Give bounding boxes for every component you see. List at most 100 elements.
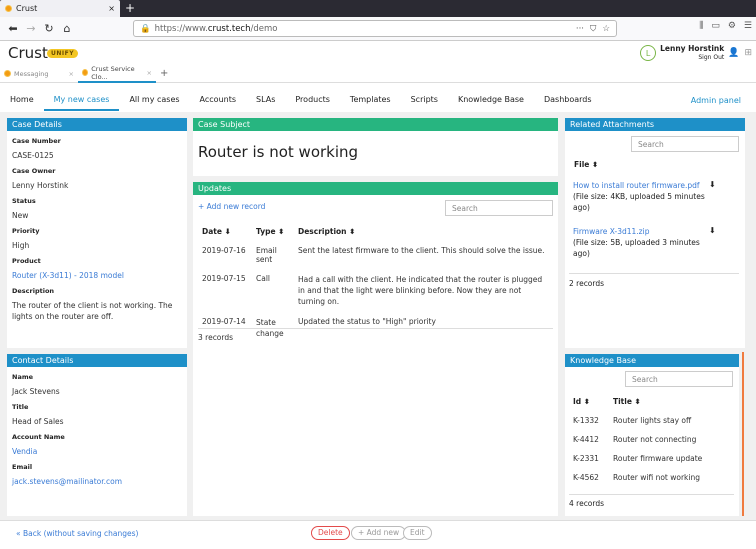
nav-scripts[interactable]: Scripts	[401, 89, 448, 111]
divider	[569, 273, 739, 274]
browser-tab-title: Crust	[16, 4, 38, 13]
menu-icon[interactable]: ☰	[744, 21, 752, 31]
case-details-panel: Case Details Case Number CASE-0125 Case …	[7, 118, 187, 348]
home-icon[interactable]: ⌂	[58, 22, 76, 35]
user-menu[interactable]: L Lenny Horstink Sign Out 👤 ⊞	[640, 44, 752, 62]
sign-out-link[interactable]: Sign Out	[660, 53, 724, 62]
type-header[interactable]: Type ⬍	[252, 222, 294, 241]
app-tab-label: Messaging	[14, 69, 49, 78]
cell-description: Had a call with the client. He indicated…	[298, 275, 543, 306]
panel-title: Updates	[193, 182, 558, 195]
table-row[interactable]: K-1332 Router lights stay off	[569, 411, 734, 430]
case-subject: Router is not working	[198, 143, 359, 161]
grid-icon[interactable]: ⊞	[744, 48, 752, 58]
avatar[interactable]: L	[640, 45, 657, 61]
url-prefix: https://www.	[154, 23, 208, 34]
table-row[interactable]: K-4562 Router wifi not working	[569, 468, 734, 487]
field-value: The router of the client is not working.…	[12, 301, 173, 321]
close-icon[interactable]: ×	[147, 69, 152, 77]
account-link[interactable]: Vendia	[12, 446, 182, 457]
download-icon[interactable]: ⬇	[709, 226, 716, 235]
nav-my-new-cases[interactable]: My new cases	[43, 89, 120, 111]
close-icon[interactable]: ×	[69, 70, 74, 78]
add-new-record-link[interactable]: + Add new record	[198, 202, 265, 211]
table-row[interactable]: K-4412 Router not connecting	[569, 430, 734, 449]
attachment-meta: (File size: 5B, uploaded 3 minutes ago)	[573, 238, 700, 258]
search-input[interactable]: Search	[445, 200, 553, 216]
email-link[interactable]: jack.stevens@mailinator.com	[12, 476, 182, 487]
date-header[interactable]: Date ⬇	[198, 222, 252, 241]
panel-title: Contact Details	[7, 354, 187, 367]
field-label: Email	[12, 463, 33, 471]
nav-products[interactable]: Products	[285, 89, 340, 111]
nav-templates[interactable]: Templates	[340, 89, 401, 111]
field-label: Priority	[12, 227, 40, 235]
bookmark-star-icon[interactable]: ☆	[602, 24, 610, 34]
search-input[interactable]: Search	[625, 371, 733, 387]
description-header[interactable]: Description ⬍	[294, 222, 553, 241]
library-icon[interactable]: ⫼	[699, 21, 703, 31]
title-header[interactable]: Title ⬍	[609, 392, 734, 411]
field-value: New	[12, 211, 29, 220]
nav-all-my-cases[interactable]: All my cases	[119, 89, 189, 111]
user-name: Lenny Horstink	[660, 44, 725, 53]
id-header[interactable]: Id ⬍	[569, 392, 609, 411]
divider	[198, 328, 553, 329]
field-label: Name	[12, 373, 34, 381]
app-tab-service-cloud[interactable]: Crust Service Clo... ×	[78, 65, 156, 83]
forward-icon[interactable]: →	[22, 22, 40, 35]
browser-tab[interactable]: Crust ×	[0, 0, 120, 17]
back-link[interactable]: « Back (without saving changes)	[16, 529, 138, 538]
new-tab-button[interactable]: +	[120, 0, 140, 17]
sidebar-icon[interactable]: ▭	[711, 21, 720, 31]
delete-button[interactable]: Delete	[311, 526, 350, 540]
user-icon[interactable]: 👤	[728, 48, 739, 58]
url-domain: crust.tech	[207, 23, 251, 34]
table-row[interactable]: 2019-07-15 Call Had a call with the client…	[198, 269, 553, 312]
table-header: Id ⬍ Title ⬍	[569, 392, 734, 411]
nav-home[interactable]: Home	[0, 89, 44, 111]
browser-tabbar: Crust × +	[0, 0, 756, 17]
knowledge-base-panel: Knowledge Base Search Id ⬍ Title ⬍ K-1332…	[565, 354, 739, 516]
back-icon[interactable]: ⬅	[4, 22, 22, 35]
cell-date: 2019-07-16	[202, 246, 246, 255]
app-tab-label: Crust Service Clo...	[91, 64, 135, 81]
close-tab-icon[interactable]: ×	[108, 4, 115, 13]
nav-knowledge-base[interactable]: Knowledge Base	[448, 89, 534, 111]
cell-type: Call	[256, 274, 271, 283]
updates-panel: Updates + Add new record Search Date ⬇ Ty…	[193, 182, 558, 516]
attachment-link[interactable]: How to install router firmware.pdf	[573, 180, 718, 191]
cell-title: Router firmware update	[613, 454, 703, 463]
attachment-link[interactable]: Firmware X-3d11.zip	[573, 226, 718, 237]
add-new-button[interactable]: + Add new	[351, 526, 407, 540]
search-input[interactable]: Search	[631, 136, 739, 152]
field-label: Case Number	[12, 137, 61, 145]
table-row[interactable]: 2019-07-16 Email sent Sent the latest firm…	[198, 241, 553, 269]
more-icon[interactable]: ···	[576, 24, 584, 34]
attachment-meta: (File size: 4KB, uploaded 5 minutes ago)	[573, 192, 705, 212]
add-tab-button[interactable]: +	[160, 68, 168, 79]
panel-title: Knowledge Base	[565, 354, 739, 367]
panel-title: Case Subject	[193, 118, 558, 131]
file-header[interactable]: File ⬍	[574, 160, 598, 169]
extension-icon[interactable]: ⚙	[728, 21, 736, 31]
url-bar[interactable]: 🔒 https://www. crust.tech/demo ··· ⛉ ☆	[133, 20, 617, 37]
crust-icon	[4, 70, 11, 77]
product-link[interactable]: Router (X-3d11) - 2018 model	[12, 270, 182, 281]
table-row[interactable]: K-2331 Router firmware update	[569, 449, 734, 468]
nav-dashboards[interactable]: Dashboards	[534, 89, 602, 111]
edit-button[interactable]: Edit	[403, 526, 432, 540]
pocket-icon[interactable]: ⛉	[590, 24, 596, 34]
updates-table: Date ⬇ Type ⬍ Description ⬍ 2019-07-16 Emai…	[198, 222, 553, 344]
main-nav: Home My new cases All my cases Accounts …	[0, 89, 756, 111]
nav-slas[interactable]: SLAs	[246, 89, 285, 111]
field-value: Head of Sales	[12, 417, 64, 426]
url-path: /demo	[250, 23, 278, 34]
scroll-indicator[interactable]	[742, 352, 744, 516]
nav-accounts[interactable]: Accounts	[190, 89, 246, 111]
admin-panel-link[interactable]: Admin panel	[691, 96, 756, 105]
record-count: 2 records	[569, 279, 605, 288]
download-icon[interactable]: ⬇	[709, 180, 716, 189]
reload-icon[interactable]: ↻	[40, 22, 58, 35]
app-tab-messaging[interactable]: Messaging ×	[0, 65, 78, 83]
